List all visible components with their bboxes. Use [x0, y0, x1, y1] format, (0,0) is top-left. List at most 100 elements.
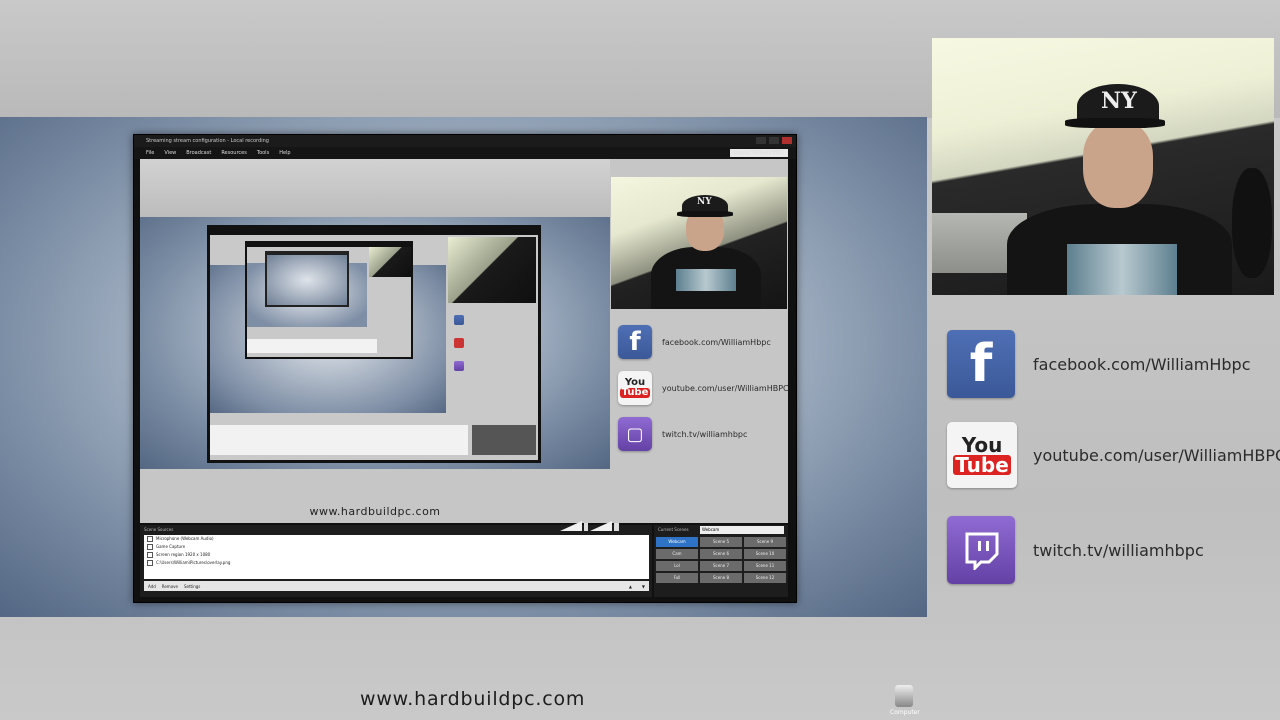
scene-button[interactable]: Scene 9 [744, 537, 786, 547]
nested-3-content [267, 255, 347, 305]
preview-overlay-url: www.hardbuildpc.com [309, 505, 441, 518]
preview-youtube-text: youtube.com/user/WilliamHBPC [662, 383, 788, 393]
youtube-icon: You Tube [947, 422, 1017, 488]
streaming-app-window: Streaming stream configuration - Local r… [133, 134, 797, 603]
window-title: Streaming stream configuration - Local r… [146, 138, 269, 144]
nested-1-twitch-icon [454, 361, 464, 371]
menu-broadcast[interactable]: Broadcast [186, 150, 211, 156]
scene-name-input[interactable]: Webcam [700, 526, 784, 534]
remove-source-button[interactable]: Remove [162, 584, 178, 589]
login-user: WilliamHBPC [751, 150, 784, 156]
logout-button[interactable]: Logout [734, 150, 751, 156]
sources-toolbar: Add Remove Settings ▲ ▼ [144, 581, 649, 591]
move-up-icon[interactable]: ▲ [629, 584, 632, 589]
preview-social-youtube: You Tube youtube.com/user/WilliamHBPC [618, 371, 788, 405]
cap-logo: NY [1101, 88, 1137, 114]
source-checkbox[interactable] [147, 552, 153, 558]
add-source-button[interactable]: Add [148, 584, 156, 589]
scene-button[interactable]: Scene 8 [700, 573, 742, 583]
scene-button[interactable]: Scene 5 [700, 537, 742, 547]
nested-2-sources [247, 339, 377, 353]
desktop-shortcut[interactable]: Computer [890, 685, 920, 716]
preview-social-twitch: ▢ twitch.tv/williamhbpc [618, 417, 747, 451]
scene-button[interactable]: Cam [656, 549, 698, 559]
source-item[interactable]: Screen region 1920 x 1080 [144, 551, 649, 559]
scene-button[interactable]: Scene 12 [744, 573, 786, 583]
mic-icon[interactable] [584, 523, 588, 531]
social-youtube: You Tube youtube.com/user/WilliamHBPC [947, 422, 1280, 488]
facebook-icon: f [947, 330, 1015, 398]
nested-2-webcam [369, 247, 411, 277]
nested-preview-2 [245, 241, 413, 359]
guitar [1232, 168, 1272, 278]
scenes-label: Current Scenes [658, 527, 689, 532]
close-button[interactable] [782, 137, 792, 144]
nested-1-youtube-icon [454, 338, 464, 348]
stream-preview: www.hardbuildpc.com NY f facebook.com/Wi… [140, 159, 788, 523]
preview-facebook-text: facebook.com/WilliamHbpc [662, 337, 771, 347]
facebook-link-text: facebook.com/WilliamHbpc [1033, 354, 1251, 374]
nested-1-facebook-icon [454, 315, 464, 325]
menu-tools[interactable]: Tools [257, 150, 269, 156]
nested-preview-1 [207, 225, 541, 463]
mic-volume-slider[interactable] [560, 521, 582, 531]
source-checkbox[interactable] [147, 536, 153, 542]
desktop-shortcut-label: Computer [890, 709, 920, 716]
nested-preview-2-content [247, 247, 411, 357]
twitch-icon [947, 516, 1015, 584]
nested-preview-1-content [210, 235, 538, 460]
window-controls [756, 137, 792, 144]
source-item[interactable]: Microphone (Webcam Audio) [144, 535, 649, 543]
speaker-icon[interactable] [614, 523, 619, 531]
scene-button[interactable]: Scene 6 [700, 549, 742, 559]
scene-button[interactable]: Lol [656, 561, 698, 571]
preview-twitch-text: twitch.tv/williamhbpc [662, 429, 748, 439]
login-box[interactable]: Logout WilliamHBPC [729, 149, 788, 157]
nested-1-sources [210, 425, 468, 455]
source-checkbox[interactable] [147, 544, 153, 550]
twitch-glyph [965, 532, 999, 570]
youtube-icon: You Tube [618, 371, 652, 405]
preview-social-facebook: f facebook.com/WilliamHbpc [618, 325, 771, 359]
social-twitch: twitch.tv/williamhbpc [947, 516, 1204, 584]
source-settings-button[interactable]: Settings [184, 584, 200, 589]
menu-view[interactable]: View [164, 150, 176, 156]
sources-label: Scene Sources [144, 527, 174, 532]
twitch-icon: ▢ [618, 417, 652, 451]
nested-1-webcam [448, 237, 536, 303]
source-checkbox[interactable] [147, 560, 153, 566]
menu-resources[interactable]: Resources [221, 150, 247, 156]
desktop-volume-slider[interactable] [590, 521, 612, 531]
twitch-link-text: twitch.tv/williamhbpc [1033, 540, 1204, 560]
source-item[interactable]: Game Capture [144, 543, 649, 551]
nested-1-scenes [472, 425, 536, 455]
maximize-button[interactable] [769, 137, 779, 144]
scenes-panel: Current Scenes Webcam Webcam Scene 5 Sce… [654, 525, 788, 597]
audio-mixer[interactable] [560, 521, 619, 531]
scene-sources-panel: Scene Sources Microphone (Webcam Audio) … [140, 521, 652, 597]
source-item[interactable]: C:\Users\William\Pictures\overlay.png [144, 559, 649, 567]
scene-button-webcam[interactable]: Webcam [656, 537, 698, 547]
cap-logo: NY [697, 197, 712, 207]
preview-webcam: NY [611, 177, 787, 309]
social-facebook: f facebook.com/WilliamHbpc [947, 330, 1251, 398]
menu-file[interactable]: File [146, 150, 154, 156]
nested-preview-3 [265, 251, 349, 307]
footer-url: www.hardbuildpc.com [360, 688, 586, 710]
scene-button[interactable]: Scene 11 [744, 561, 786, 571]
preview-top-band [140, 159, 610, 217]
scene-button[interactable]: Scene 10 [744, 549, 786, 559]
trash-icon [895, 685, 913, 707]
youtube-link-text: youtube.com/user/WilliamHBPC [1033, 445, 1280, 465]
menu-bar: File View Broadcast Resources Tools Help… [134, 147, 796, 159]
scene-buttons: Webcam Scene 5 Scene 9 Cam Scene 6 Scene… [656, 537, 786, 583]
minimize-button[interactable] [756, 137, 766, 144]
sources-list: Microphone (Webcam Audio) Game Capture S… [144, 535, 649, 579]
scene-button[interactable]: Scene 7 [700, 561, 742, 571]
window-titlebar: Streaming stream configuration - Local r… [134, 135, 796, 147]
facebook-icon: f [618, 325, 652, 359]
move-down-icon[interactable]: ▼ [642, 584, 645, 589]
webcam-feed: NY [932, 38, 1274, 295]
menu-help[interactable]: Help [279, 150, 290, 156]
scene-button[interactable]: Full [656, 573, 698, 583]
